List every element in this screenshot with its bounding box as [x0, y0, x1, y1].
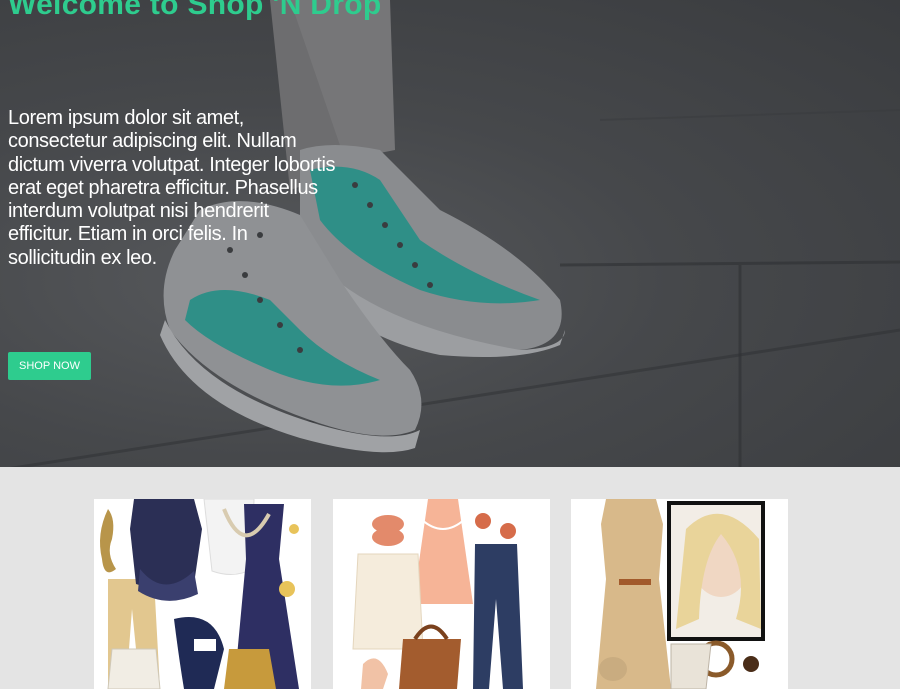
hero-banner: Welcome to Shop 'N Drop Lorem ipsum dolo… [0, 0, 900, 467]
peach-outfit-collage-image [333, 499, 550, 689]
hero-title: Welcome to Shop 'N Drop [8, 0, 382, 21]
navy-outfit-collage-image [94, 499, 311, 689]
hero-description: Lorem ipsum dolor sit amet, consectetur … [8, 107, 336, 269]
product-card[interactable] [571, 499, 788, 689]
product-gallery [0, 467, 900, 689]
shop-now-button[interactable]: SHOP NOW [8, 352, 91, 380]
beige-dress-collage-image [571, 499, 788, 689]
product-card[interactable] [94, 499, 311, 689]
product-card[interactable] [333, 499, 550, 689]
